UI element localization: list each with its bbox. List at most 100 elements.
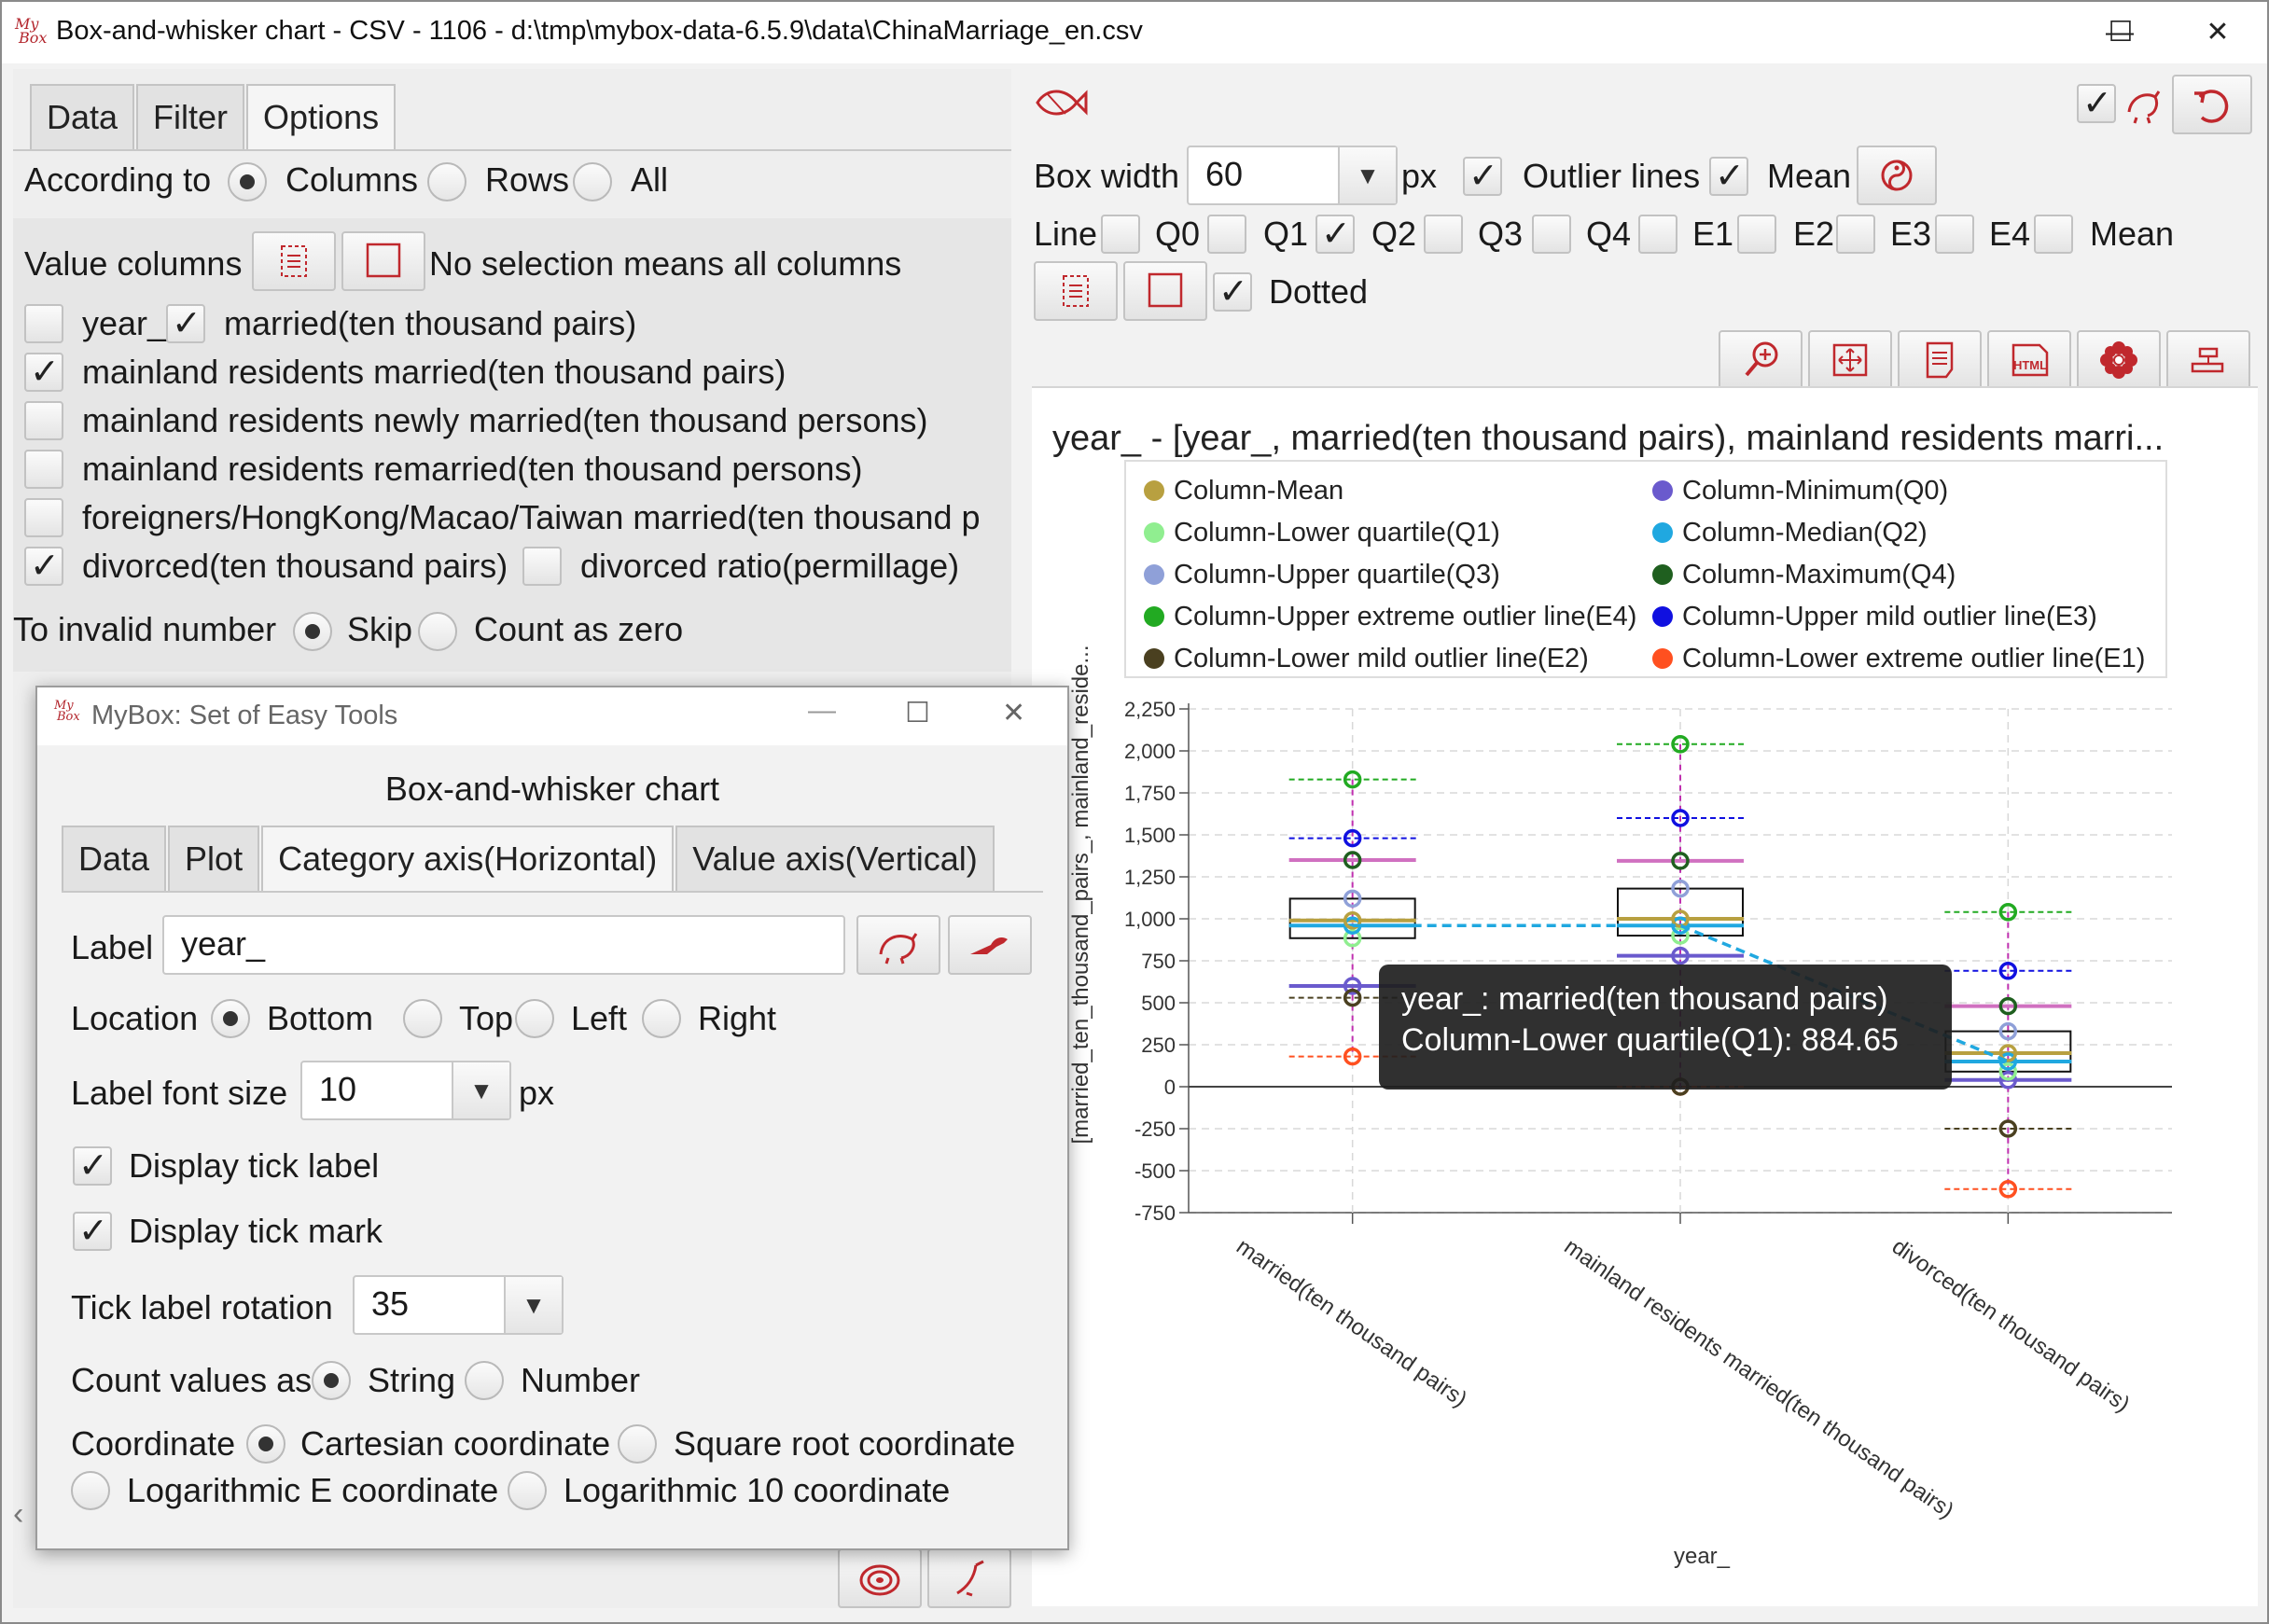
column-check-divorced-ratio[interactable] [522,547,562,586]
dialog-close-button[interactable]: ✕ [1002,697,1025,729]
axis-label-input[interactable]: year_ [162,915,845,975]
run-button[interactable] [927,1548,1011,1608]
line-e3-check[interactable] [1836,215,1875,254]
according-all-radio[interactable] [573,162,612,201]
display-tick-mark-check[interactable] [73,1210,112,1251]
rotation-combo[interactable]: 35 ▼ [353,1275,564,1335]
legend-label: Column-Mean [1174,476,1344,506]
invalid-skip-radio[interactable] [293,612,332,651]
legend-label: Column-Lower extreme outlier line(E1) [1682,644,2146,673]
y-tick-label: 750 [1141,950,1176,973]
legend-swatch [1652,564,1673,585]
y-tick-label: 250 [1141,1034,1176,1057]
tab-plot[interactable]: Plot [168,826,260,891]
line-e4-check[interactable] [1935,215,1974,254]
line-q4-check[interactable] [1532,215,1571,254]
according-columns-radio[interactable] [228,162,267,201]
count-number-radio[interactable] [465,1361,504,1400]
line-e1-check[interactable] [1638,215,1677,254]
column-check-mainland-married[interactable] [24,351,63,392]
x-axis-label: year_ [1674,1544,1731,1569]
count-values-label: Count values as [71,1361,313,1399]
chevron-down-icon[interactable]: ▼ [1338,147,1396,203]
plot-layer: 2,250 2,000 1,750 1,500 1,250 1,000 750 500 250 0… [1124,698,2172,1523]
column-check-foreigners[interactable] [24,498,63,537]
refresh-button[interactable] [2172,75,2252,134]
location-right-radio[interactable] [642,999,681,1038]
tab-data[interactable]: Data [30,84,135,149]
dialog-maximize-button[interactable]: ☐ [905,697,930,729]
column-check-divorced[interactable] [24,545,63,586]
snapshot-button[interactable] [2077,330,2161,390]
legend-swatch [1144,522,1164,543]
chart-area: year_ - [year_, married(ten thousand pai… [1032,386,2258,1606]
font-size-label: Label font size [71,1074,288,1112]
line-e2-check[interactable] [1737,215,1776,254]
tooltip-line1: year_: married(ten thousand pairs) [1401,981,1888,1017]
location-top-radio[interactable] [403,999,442,1038]
dialog-minimize-button[interactable]: — [808,695,836,727]
rooster-icon [2127,90,2161,124]
x-tick-label: divorced(ten thousand pairs) [1887,1234,2135,1418]
tab-category-axis[interactable]: Category axis(Horizontal) [261,826,675,891]
palette-button[interactable] [838,1548,922,1608]
coord-cartesian-radio[interactable] [246,1424,285,1464]
chevron-down-icon[interactable]: ▼ [452,1062,509,1118]
legend-swatch [1652,480,1673,501]
select-all-button[interactable] [252,231,336,291]
tab-filter[interactable]: Filter [136,84,245,149]
select-none-icon [366,243,401,278]
mean-check[interactable] [1709,155,1748,196]
column-label-mainland-married: mainland residents married(ten thousand … [82,353,786,391]
line-select-all-button[interactable] [1034,261,1118,321]
tab-data[interactable]: Data [62,826,167,891]
line-q2-check[interactable] [1315,213,1355,254]
box-width-combo[interactable]: 60 ▼ [1187,146,1398,205]
fit-button[interactable] [1808,330,1892,390]
line-q3-check[interactable] [1424,215,1463,254]
count-string-radio[interactable] [312,1361,351,1400]
invalid-zero-radio[interactable] [418,612,457,651]
legend-swatch [1144,564,1164,585]
maximize-button[interactable]: ☐ [2088,9,2153,56]
rotation-label: Tick label rotation [71,1288,333,1326]
font-size-combo[interactable]: 10 ▼ [300,1061,511,1120]
chart-title: year_ - [year_, married(ten thousand pai… [1052,419,2164,458]
popup-check[interactable] [2077,82,2116,123]
zoom-button[interactable] [1719,330,1803,390]
coord-sqrt-radio[interactable] [618,1424,657,1464]
legend-item-q1: Column-Lower quartile(Q1) [1144,518,1500,548]
bird-button[interactable] [948,915,1032,975]
display-tick-label-check[interactable] [73,1145,112,1186]
line-mean-check[interactable] [2034,215,2073,254]
y-tick-label: 1,750 [1124,782,1176,805]
line-select-none-button[interactable] [1123,261,1207,321]
close-button[interactable]: ✕ [2185,9,2250,56]
html-button[interactable]: HTML [1987,330,2071,390]
style-button[interactable] [856,915,940,975]
outlier-lines-check[interactable] [1463,155,1502,196]
select-none-button[interactable] [341,231,425,291]
dialog-heading: Box-and-whisker chart [384,770,720,808]
tab-value-axis[interactable]: Value axis(Vertical) [675,826,995,891]
dotted-check[interactable] [1213,271,1252,312]
according-rows-radio[interactable] [427,162,466,201]
location-left-radio[interactable] [515,999,554,1038]
style-button[interactable] [1857,146,1937,205]
line-q0-check[interactable] [1101,215,1140,254]
scroll-left-arrow[interactable]: ‹ [13,1496,23,1533]
coord-log-e-radio[interactable] [71,1471,110,1510]
legend-item-q0: Column-Minimum(Q0) [1652,476,1948,507]
chevron-down-icon[interactable]: ▼ [504,1277,562,1333]
location-bottom-radio[interactable] [211,999,250,1038]
data-button[interactable] [1898,330,1982,390]
tooltip-line2: Column-Lower quartile(Q1): 884.65 [1401,1022,1899,1058]
coord-log-10-radio[interactable] [508,1471,547,1510]
tab-options[interactable]: Options [246,84,397,149]
column-check-newly-married[interactable] [24,401,63,440]
column-check-remarried[interactable] [24,450,63,489]
menu-button[interactable] [2166,330,2250,390]
column-check-year[interactable] [24,304,63,343]
line-q1-check[interactable] [1207,215,1246,254]
column-check-married[interactable] [166,302,205,343]
